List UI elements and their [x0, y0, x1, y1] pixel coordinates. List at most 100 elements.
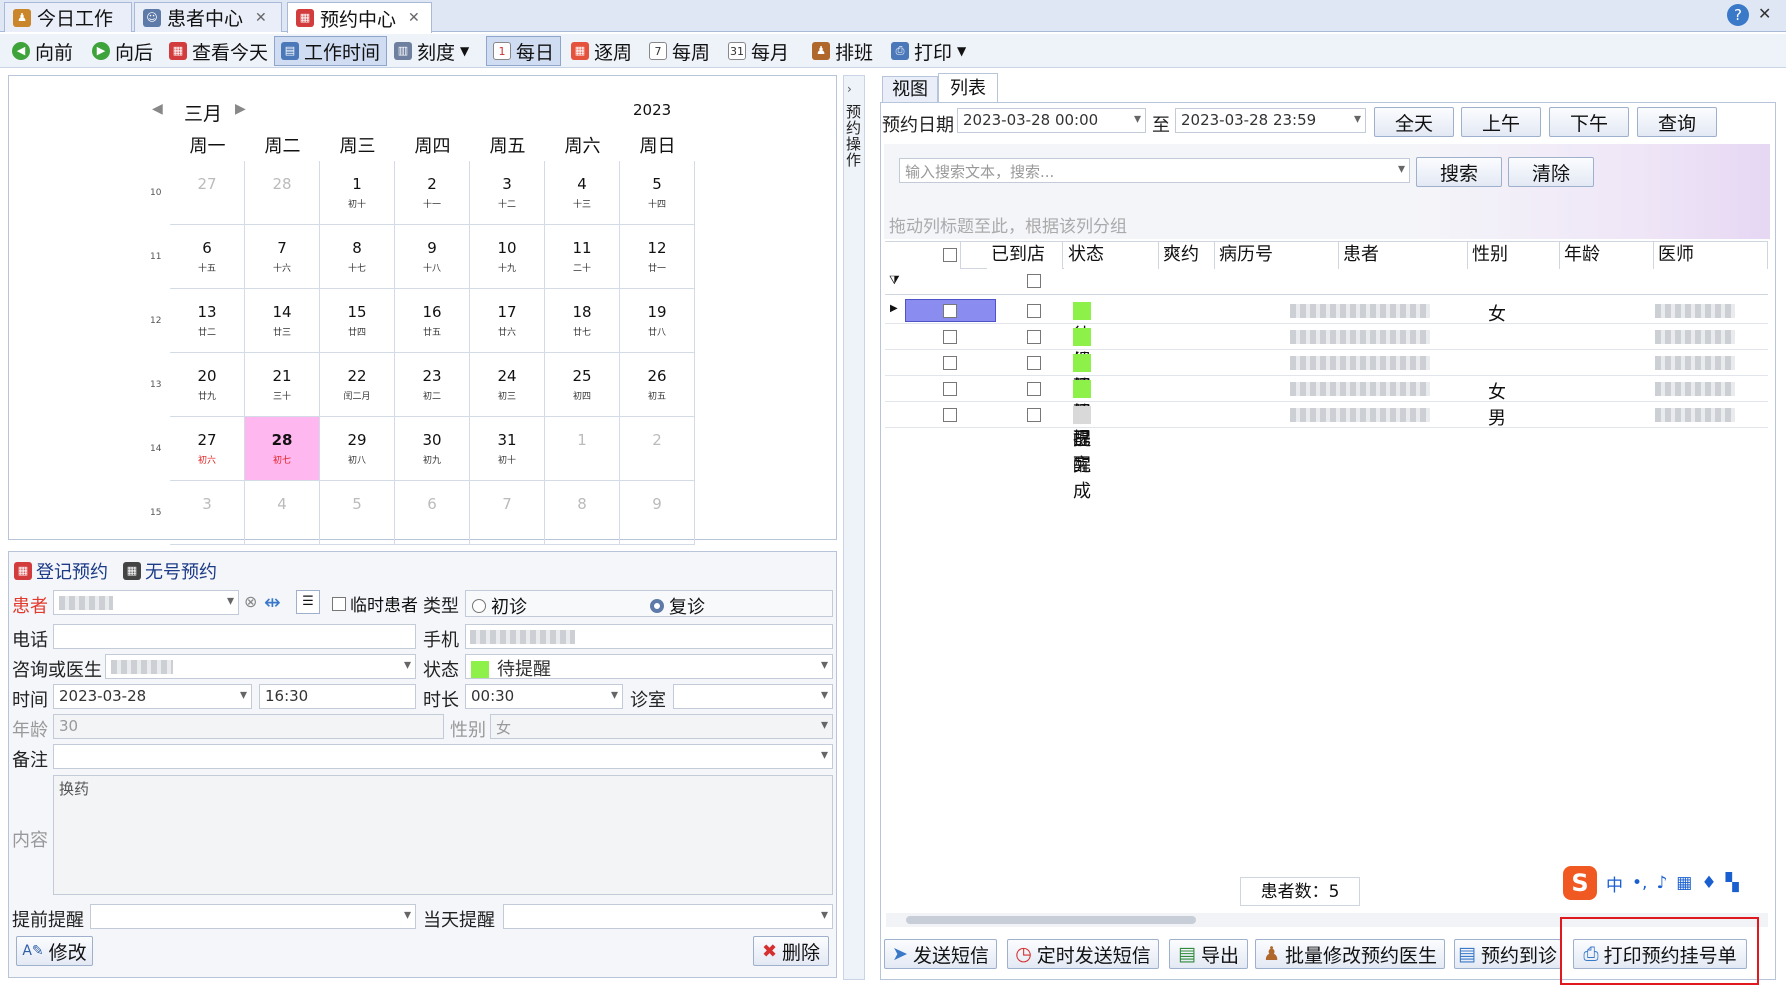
calendar-day-cell[interactable]: 6	[395, 481, 470, 545]
status-select[interactable]: 待提醒	[465, 654, 833, 679]
first-visit-radio[interactable]: 初诊	[472, 593, 527, 619]
row-select-checkbox[interactable]	[943, 408, 957, 422]
temp-patient-checkbox[interactable]: 临时患者	[332, 591, 418, 616]
calendar-day-cell[interactable]: 28 初七	[245, 417, 320, 481]
pre-remind-select[interactable]	[90, 904, 416, 929]
calendar-day-cell[interactable]: 24 初三	[470, 353, 545, 417]
row-select-checkbox[interactable]	[943, 356, 957, 370]
calendar-day-cell[interactable]: 5	[320, 481, 395, 545]
calendar-day-cell[interactable]: 22 闰二月	[320, 353, 395, 417]
ime-language[interactable]: 中	[1606, 871, 1623, 896]
calendar-day-cell[interactable]: 2 十一	[395, 161, 470, 225]
calendar-day-cell[interactable]: 30 初九	[395, 417, 470, 481]
filter-arrived-checkbox[interactable]	[1027, 274, 1041, 288]
month-view-button[interactable]: 31 每月	[722, 36, 795, 66]
column-header[interactable]: 状态	[1064, 242, 1159, 269]
calendar-day-cell[interactable]: 13 廿二	[170, 289, 245, 353]
calendar-day-cell[interactable]: 28	[245, 161, 320, 225]
calendar-day-cell[interactable]: 1 初十	[320, 161, 395, 225]
prev-month-icon[interactable]: ◀	[152, 101, 163, 117]
calendar-day-cell[interactable]: 18 廿七	[545, 289, 620, 353]
calendar-day-cell[interactable]: 16 廿五	[395, 289, 470, 353]
ime-toolbar[interactable]: S 中 •, ♪ ▦ ♦ ▚	[1563, 866, 1739, 900]
daily-view-button[interactable]: 1 每日	[486, 36, 562, 66]
split-icon[interactable]: ⇹	[264, 590, 281, 614]
calendar-day-cell[interactable]: 2	[620, 417, 695, 481]
skin-icon[interactable]: ♦	[1701, 873, 1716, 893]
search-input[interactable]: 输入搜索文本，搜索...	[899, 158, 1410, 183]
arrived-checkbox[interactable]	[1027, 330, 1041, 344]
patient-select[interactable]	[53, 590, 239, 615]
calendar-day-cell[interactable]: 25 初四	[545, 353, 620, 417]
calendar-day-cell[interactable]: 15 廿四	[320, 289, 395, 353]
column-header[interactable]: 性别	[1468, 242, 1560, 269]
schedule-button[interactable]: ♟ 排班	[806, 36, 879, 66]
list-icon[interactable]: ☰	[296, 590, 320, 614]
calendar-day-cell[interactable]: 8	[545, 481, 620, 545]
next-button[interactable]: ▶ 向后	[86, 36, 159, 66]
calendar-day-cell[interactable]: 5 十四	[620, 161, 695, 225]
calendar-day-cell[interactable]: 23 初二	[395, 353, 470, 417]
column-header[interactable]: 病历号	[1215, 242, 1339, 269]
checkbox[interactable]	[332, 596, 346, 611]
delete-button[interactable]: ✖ 删除	[753, 936, 829, 966]
calendar-day-cell[interactable]: 20 廿九	[170, 353, 245, 417]
select-all-checkbox[interactable]	[943, 248, 957, 262]
day-remind-select[interactable]	[503, 904, 833, 929]
column-header[interactable]: 医师	[1654, 242, 1768, 269]
calendar-day-cell[interactable]: 29 初八	[320, 417, 395, 481]
calendar-day-cell[interactable]: 3 十二	[470, 161, 545, 225]
content-textarea[interactable]: 换药	[53, 775, 833, 895]
column-header[interactable]: 爽约	[1159, 242, 1215, 269]
week-view-button[interactable]: 7 每周	[643, 36, 716, 66]
export-button[interactable]: ▤ 导出	[1169, 939, 1248, 969]
scale-dropdown[interactable]: ▥ 刻度 ▼	[388, 36, 475, 66]
row-select-checkbox[interactable]	[943, 330, 957, 344]
tab-no-number-appointment[interactable]: ▦ 无号预约	[123, 558, 217, 584]
calendar-day-cell[interactable]: 14 廿三	[245, 289, 320, 353]
calendar-day-cell[interactable]: 21 三十	[245, 353, 320, 417]
tab-register-appointment[interactable]: ▦ 登记预约	[14, 558, 108, 584]
calendar-day-cell[interactable]: 17 廿六	[470, 289, 545, 353]
filter-icon[interactable]: ⧩	[889, 273, 900, 288]
clear-icon[interactable]: ⊗	[244, 592, 257, 611]
close-icon[interactable]: ✕	[408, 10, 420, 26]
calendar-day-cell[interactable]: 26 初五	[620, 353, 695, 417]
remark-select[interactable]	[53, 744, 833, 769]
next-month-icon[interactable]: ▶	[235, 101, 246, 117]
modify-button[interactable]: A✎ 修改	[16, 936, 93, 966]
duration-select[interactable]: 00:30	[465, 684, 623, 709]
calendar-day-cell[interactable]: 7	[470, 481, 545, 545]
calendar-day-cell[interactable]: 27 初六	[170, 417, 245, 481]
close-icon[interactable]: ✕	[255, 10, 267, 26]
row-select-checkbox[interactable]	[943, 304, 957, 318]
date-to-picker[interactable]: 2023-03-28 23:59	[1175, 108, 1366, 133]
calendar-day-cell[interactable]: 27	[170, 161, 245, 225]
calendar-day-cell[interactable]: 6 十五	[170, 225, 245, 289]
close-window-icon[interactable]: ✕	[1758, 4, 1771, 23]
tab-appointment-center[interactable]: ▦ 预约中心 ✕	[287, 2, 432, 33]
calendar-day-cell[interactable]: 9 十八	[395, 225, 470, 289]
search-button[interactable]: 搜索	[1416, 157, 1502, 187]
view-today-button[interactable]: ▦ 查看今天	[163, 36, 274, 66]
prev-button[interactable]: ◀ 向前	[6, 36, 79, 66]
revisit-radio[interactable]: 复诊	[650, 593, 705, 619]
calendar-day-cell[interactable]: 7 十六	[245, 225, 320, 289]
batch-modify-doctor-button[interactable]: ♟ 批量修改预约医生	[1255, 939, 1445, 969]
calendar-day-cell[interactable]: 9	[620, 481, 695, 545]
print-dropdown[interactable]: ⎙ 打印 ▼	[885, 36, 972, 66]
date-from-picker[interactable]: 2023-03-28 00:00	[957, 108, 1146, 133]
calendar-day-cell[interactable]: 10 十九	[470, 225, 545, 289]
calendar-day-cell[interactable]: 19 廿八	[620, 289, 695, 353]
work-week-view-button[interactable]: ▦ 逐周	[565, 36, 638, 66]
calendar-day-cell[interactable]: 1	[545, 417, 620, 481]
tab-list[interactable]: 列表	[938, 73, 998, 103]
tab-patient-center[interactable]: ☺ 患者中心 ✕	[134, 2, 282, 32]
appointment-arrival-button[interactable]: ▤ 预约到诊	[1454, 939, 1561, 969]
all-day-button[interactable]: 全天	[1374, 107, 1454, 137]
tab-view[interactable]: 视图	[882, 76, 938, 103]
timed-sms-button[interactable]: ◷ 定时发送短信	[1007, 939, 1159, 969]
help-icon[interactable]: ?	[1727, 4, 1749, 26]
calendar-day-cell[interactable]: 3	[170, 481, 245, 545]
arrived-checkbox[interactable]	[1027, 356, 1041, 370]
